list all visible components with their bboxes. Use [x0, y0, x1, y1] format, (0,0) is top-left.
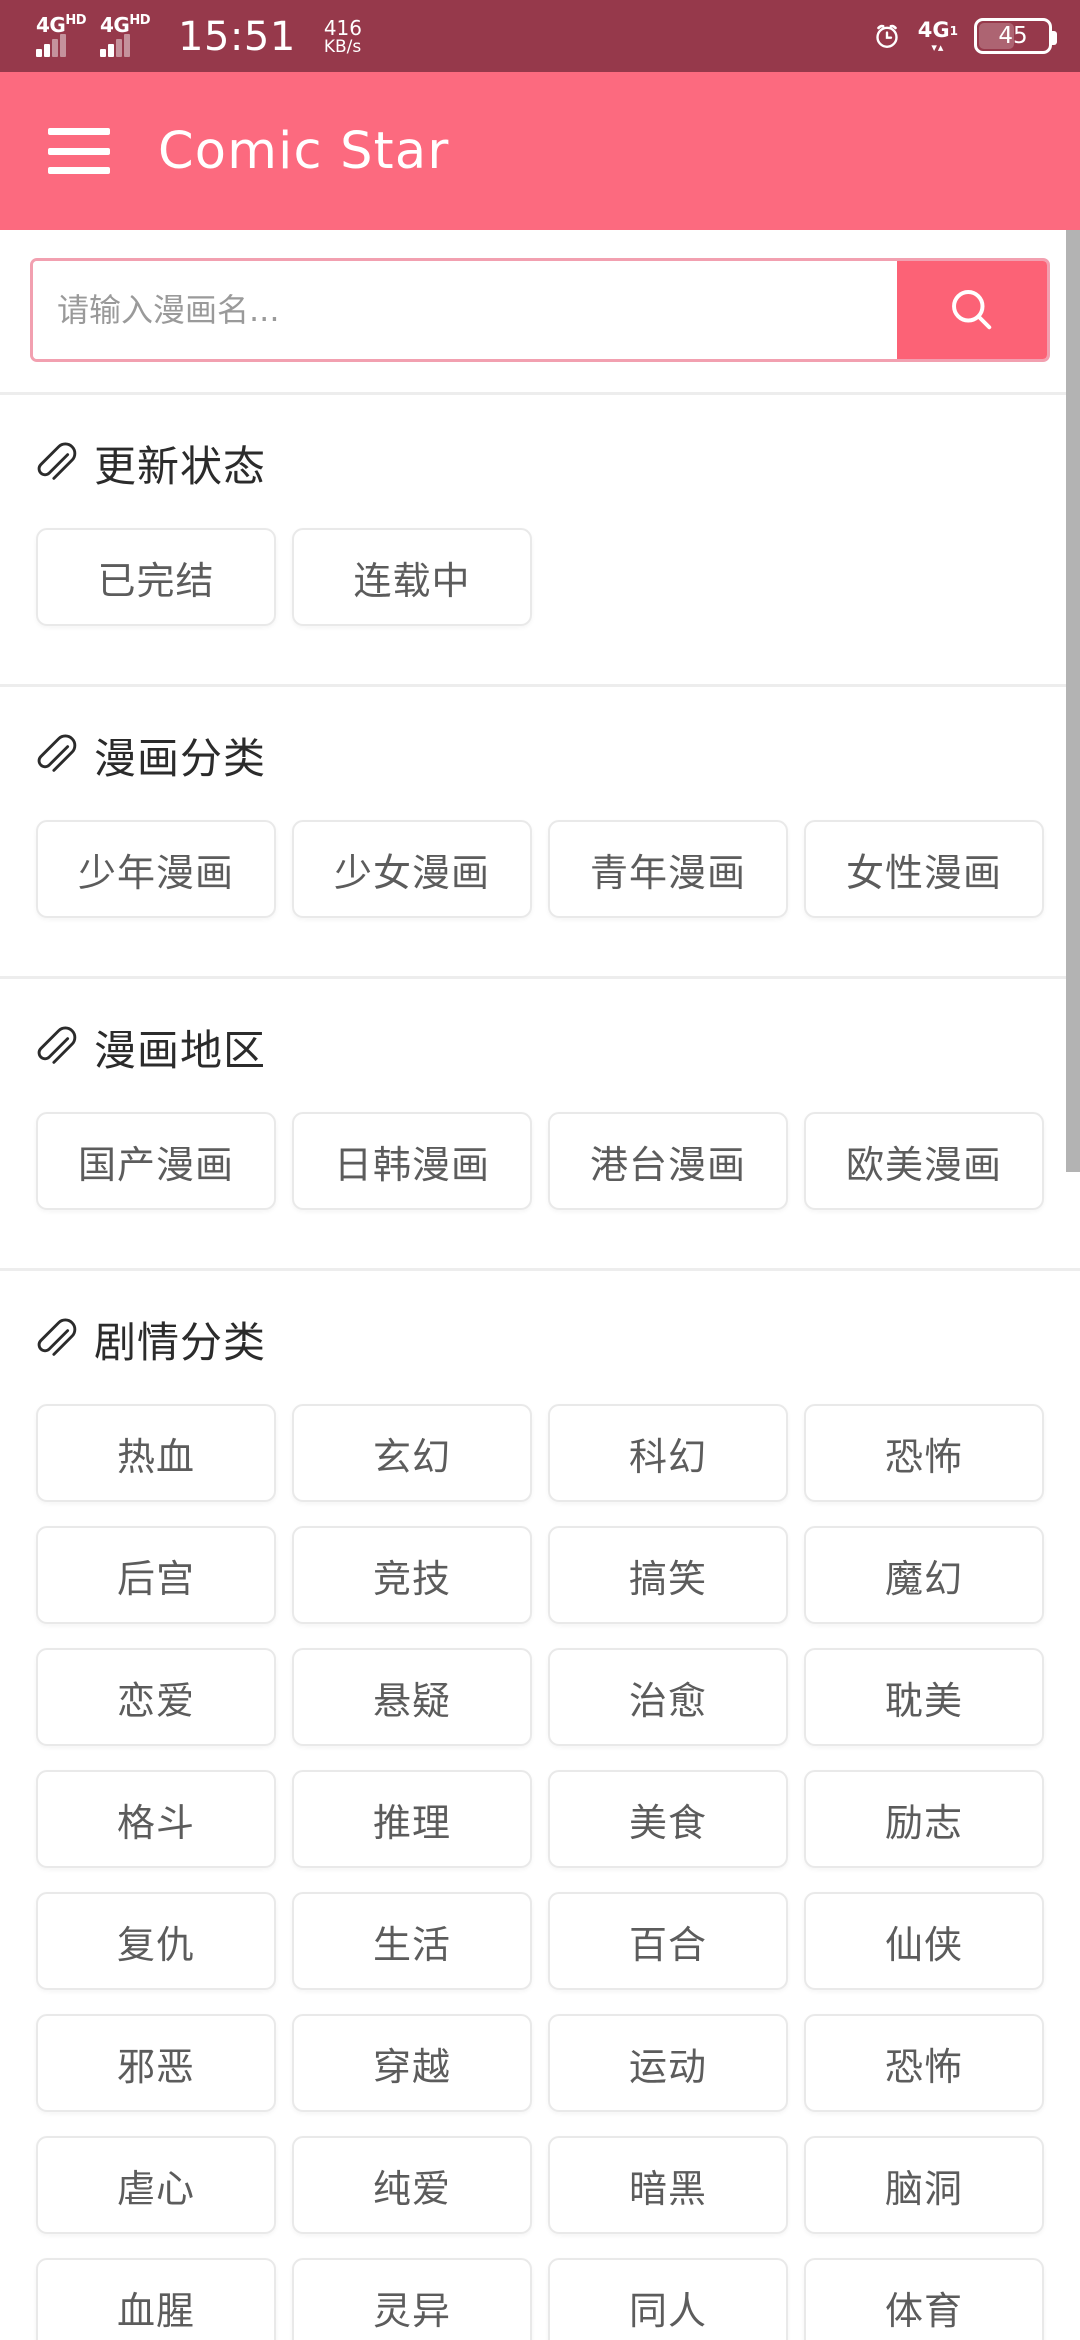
sim1-network-label: 4G HD — [36, 13, 87, 37]
filter-chip[interactable]: 仙侠 — [804, 1892, 1044, 1990]
filter-chip[interactable]: 推理 — [292, 1770, 532, 1868]
search-bar — [30, 258, 1050, 362]
page-content: 更新状态已完结连载中漫画分类少年漫画少女漫画青年漫画女性漫画漫画地区国产漫画日韩… — [0, 230, 1080, 2340]
status-bar: 4G HD 4G HD 15:51 416 KB/s 4G 1 ▾▴ 45 — [0, 0, 1080, 72]
paperclip-icon — [37, 442, 77, 480]
hamburger-menu-icon[interactable] — [48, 128, 110, 174]
filter-chip[interactable]: 纯爱 — [292, 2136, 532, 2234]
mobile-data-indicator: 4G 1 ▾▴ — [917, 17, 958, 54]
section-header: 剧情分类 — [0, 1309, 1080, 1370]
sim1-signal-bars-icon — [36, 34, 66, 57]
vertical-scrollbar[interactable] — [1066, 230, 1080, 1172]
status-bar-right: 4G 1 ▾▴ 45 — [872, 17, 1057, 54]
section-comic-region: 漫画地区国产漫画 日韩漫画 港台漫画 欧美漫画 — [0, 979, 1080, 1268]
filter-chip[interactable]: 连载中 — [292, 528, 532, 626]
sim2-signal: 4G HD — [100, 13, 151, 57]
filter-chip[interactable]: 耽美 — [804, 1648, 1044, 1746]
paperclip-icon — [37, 734, 77, 772]
filter-chip[interactable]: 搞笑 — [548, 1526, 788, 1624]
search-button[interactable] — [897, 261, 1047, 359]
filter-chip[interactable]: 欧美漫画 — [804, 1112, 1044, 1210]
filter-chip[interactable]: 血腥 — [36, 2258, 276, 2340]
filter-chip[interactable]: 女性漫画 — [804, 820, 1044, 918]
filter-chip[interactable]: 复仇 — [36, 1892, 276, 1990]
section-header: 漫画分类 — [0, 725, 1080, 786]
filter-chip[interactable]: 穿越 — [292, 2014, 532, 2112]
search-icon — [952, 290, 992, 330]
sim1-signal: 4G HD — [36, 13, 87, 57]
filter-sections: 更新状态已完结 连载中漫画分类少年漫画 少女漫画 青年漫画 女性漫画漫画地区国产漫画 日韩… — [0, 395, 1080, 2340]
filter-chip[interactable]: 格斗 — [36, 1770, 276, 1868]
status-bar-clock: 15:51 — [178, 14, 296, 60]
sim2-network-label: 4G HD — [100, 13, 151, 37]
status-bar-left: 4G HD 4G HD 15:51 416 KB/s — [36, 13, 362, 60]
filter-chip[interactable]: 魔幻 — [804, 1526, 1044, 1624]
section-title: 漫画地区 — [94, 1026, 267, 1075]
network-speed-value: 416 — [323, 16, 362, 41]
filter-chip[interactable]: 励志 — [804, 1770, 1044, 1868]
filter-chip[interactable]: 生活 — [292, 1892, 532, 1990]
filter-chip[interactable]: 后宫 — [36, 1526, 276, 1624]
mobile-data-label: 4G — [917, 17, 950, 42]
filter-chip[interactable]: 灵异 — [292, 2258, 532, 2340]
filter-chip[interactable]: 港台漫画 — [548, 1112, 788, 1210]
filter-chip[interactable]: 悬疑 — [292, 1648, 532, 1746]
network-speed: 416 KB/s — [324, 18, 362, 57]
chip-group: 少年漫画 少女漫画 青年漫画 女性漫画 — [0, 820, 1080, 942]
chip-group: 热血 玄幻 科幻 恐怖 后宫 竞技 搞笑 魔幻 恋爱 悬疑 治愈 耽美 格斗 推理 美食 励志 复仇 生活 百合 仙侠… — [0, 1404, 1080, 2340]
filter-chip[interactable]: 体育 — [804, 2258, 1044, 2340]
filter-chip[interactable]: 国产漫画 — [36, 1112, 276, 1210]
paperclip-icon — [37, 1318, 77, 1356]
filter-chip[interactable]: 热血 — [36, 1404, 276, 1502]
filter-chip[interactable]: 科幻 — [548, 1404, 788, 1502]
filter-chip[interactable]: 百合 — [548, 1892, 788, 1990]
search-input[interactable] — [33, 261, 897, 359]
filter-chip[interactable]: 恐怖 — [804, 2014, 1044, 2112]
filter-chip[interactable]: 日韩漫画 — [292, 1112, 532, 1210]
data-transfer-arrows-icon: ▾▴ — [931, 40, 945, 54]
filter-chip[interactable]: 青年漫画 — [548, 820, 788, 918]
section-header: 漫画地区 — [0, 1017, 1080, 1078]
filter-chip[interactable]: 同人 — [548, 2258, 788, 2340]
section-title: 更新状态 — [94, 442, 267, 491]
filter-chip[interactable]: 美食 — [548, 1770, 788, 1868]
filter-chip[interactable]: 少女漫画 — [292, 820, 532, 918]
chip-group: 已完结 连载中 — [0, 528, 1080, 650]
filter-chip[interactable]: 恋爱 — [36, 1648, 276, 1746]
paperclip-icon — [37, 1026, 77, 1064]
section-header: 更新状态 — [0, 433, 1080, 494]
chip-group: 国产漫画 日韩漫画 港台漫画 欧美漫画 — [0, 1112, 1080, 1234]
filter-chip[interactable]: 脑洞 — [804, 2136, 1044, 2234]
filter-chip[interactable]: 邪恶 — [36, 2014, 276, 2112]
filter-chip[interactable]: 玄幻 — [292, 1404, 532, 1502]
filter-chip[interactable]: 恐怖 — [804, 1404, 1044, 1502]
battery-percent-label: 45 — [998, 23, 1028, 49]
filter-chip[interactable]: 已完结 — [36, 528, 276, 626]
search-area — [0, 230, 1080, 392]
section-comic-category: 漫画分类少年漫画 少女漫画 青年漫画 女性漫画 — [0, 687, 1080, 976]
network-speed-unit: KB/s — [323, 37, 362, 58]
filter-chip[interactable]: 虐心 — [36, 2136, 276, 2234]
battery-indicator: 45 — [974, 18, 1057, 54]
filter-chip[interactable]: 运动 — [548, 2014, 788, 2112]
section-plot-category: 剧情分类 热血 玄幻 科幻 恐怖 后宫 竞技 搞笑 魔幻 恋爱 悬疑 治愈 耽美 格斗 推理 美食 励志 复仇 生活… — [0, 1271, 1080, 2340]
section-update-status: 更新状态已完结 连载中 — [0, 395, 1080, 684]
filter-chip[interactable]: 少年漫画 — [36, 820, 276, 918]
page-title: Comic Star — [158, 121, 450, 181]
section-title: 剧情分类 — [94, 1318, 267, 1367]
alarm-clock-icon — [876, 24, 898, 48]
sim2-signal-bars-icon — [100, 34, 131, 57]
app-bar: Comic Star — [0, 72, 1080, 230]
mobile-data-slot: 1 — [949, 23, 958, 38]
section-title: 漫画分类 — [94, 734, 267, 783]
filter-chip[interactable]: 治愈 — [548, 1648, 788, 1746]
filter-chip[interactable]: 竞技 — [292, 1526, 532, 1624]
filter-chip[interactable]: 暗黑 — [548, 2136, 788, 2234]
